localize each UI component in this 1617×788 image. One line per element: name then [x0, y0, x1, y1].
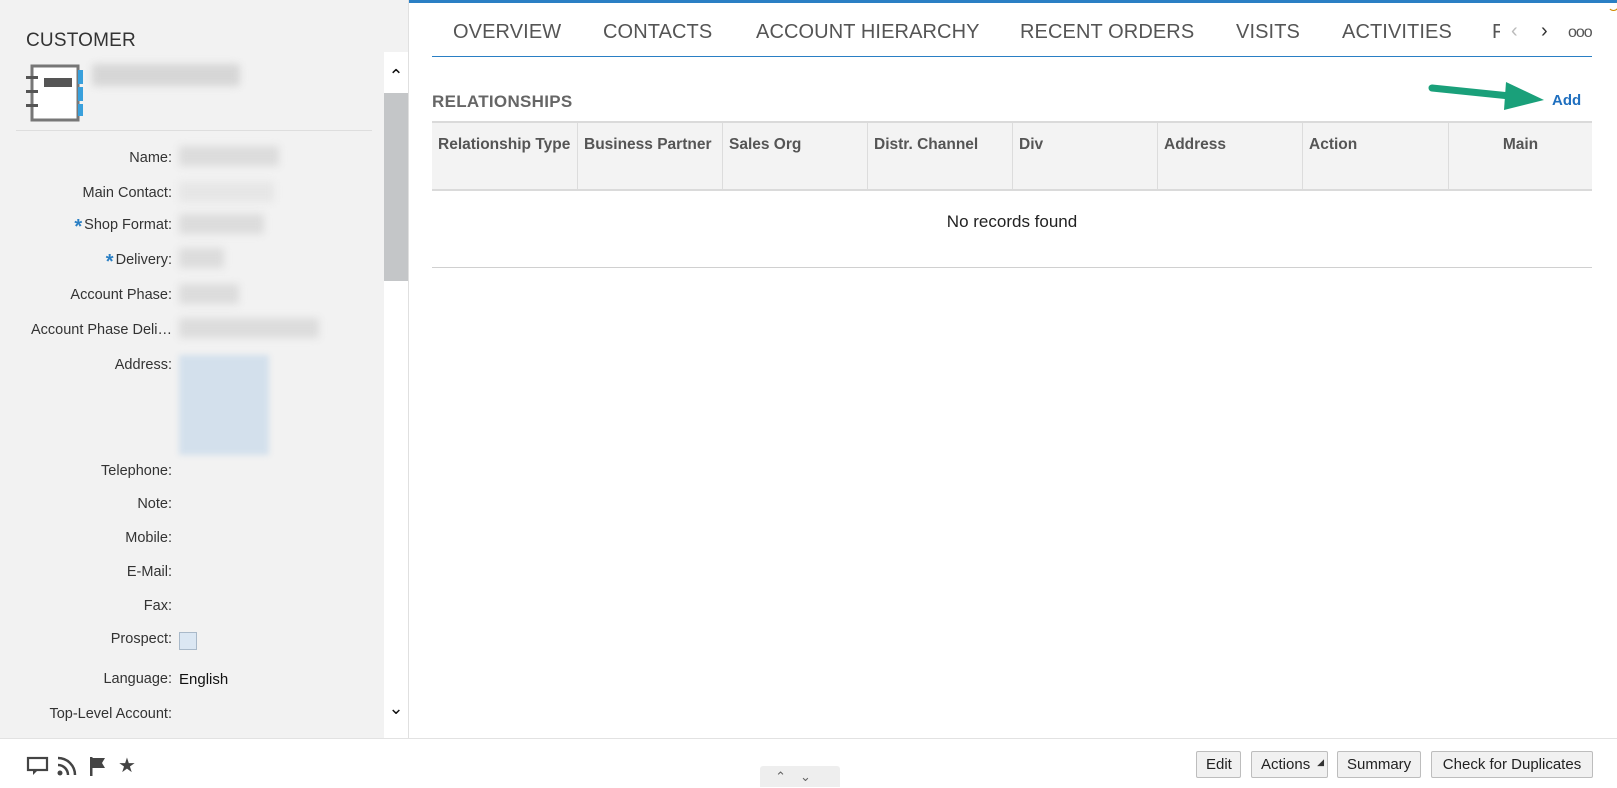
flag-icon[interactable] [86, 754, 110, 778]
tab-truncated[interactable]: F [1492, 21, 1500, 44]
check-for-duplicates-button[interactable]: Check for Duplicates [1431, 751, 1593, 778]
column-header[interactable]: Distr. Channel [868, 123, 1013, 189]
account-phase-label: Account Phase: [70, 287, 172, 303]
scrollbar-thumb[interactable] [384, 93, 408, 281]
email-label: E-Mail: [126, 564, 172, 580]
tab-overview[interactable]: OVERVIEW [453, 21, 561, 44]
more-tabs-icon[interactable]: ooo [1568, 24, 1593, 42]
tab-visits[interactable]: VISITS [1236, 21, 1300, 44]
column-header[interactable]: Main [1449, 123, 1592, 189]
prospect-label: Prospect: [110, 631, 172, 647]
star-icon[interactable]: ★ [115, 754, 139, 778]
rss-feed-icon[interactable] [55, 754, 79, 778]
delivery-text: Delivery: [115, 252, 172, 268]
column-header[interactable]: Action [1303, 123, 1449, 189]
fax-label: Fax: [143, 598, 172, 614]
chevron-up-icon[interactable]: ⌃ [384, 64, 408, 88]
chevron-down-icon[interactable]: ⌄ [384, 696, 408, 720]
address-book-icon [26, 64, 83, 122]
edit-button[interactable]: Edit [1196, 751, 1241, 778]
main-contact-label: Main Contact: [82, 185, 172, 201]
summary-button[interactable]: Summary [1337, 751, 1421, 778]
column-header[interactable]: Sales Org [723, 123, 868, 189]
account-phase-delivery-value-redacted [179, 318, 319, 338]
column-header[interactable]: Div [1013, 123, 1158, 189]
tab-contacts[interactable]: CONTACTS [603, 21, 712, 44]
mobile-label: Mobile: [125, 530, 172, 546]
name-value-redacted [179, 146, 279, 166]
tab-account-hierarchy[interactable]: ACCOUNT HIERARCHY [756, 21, 980, 44]
required-marker: * [105, 251, 114, 273]
tab-activities[interactable]: ACTIVITIES [1342, 21, 1452, 44]
note-label: Note: [137, 496, 172, 512]
tab-prev-icon[interactable]: ‹ [1511, 20, 1518, 43]
chat-icon[interactable] [26, 754, 50, 778]
required-marker: * [74, 216, 83, 238]
top-level-account-label: Top-Level Account: [49, 706, 172, 722]
shop-format-label: * Shop Format: [74, 216, 172, 239]
corner-indicator [1608, 0, 1617, 11]
add-relationship-link[interactable]: Add [1552, 92, 1581, 109]
main-contact-value-redacted [179, 182, 274, 202]
column-header[interactable]: Address [1158, 123, 1303, 189]
tab-recent-orders[interactable]: RECENT ORDERS [1020, 21, 1194, 44]
shop-format-value-redacted [179, 214, 264, 234]
panel-divider [16, 130, 372, 131]
customer-name-redacted [92, 64, 240, 86]
dropdown-caret-icon: ◢ [1317, 757, 1324, 767]
delivery-value-redacted [179, 248, 224, 268]
account-phase-delivery-label: Account Phase Deli… [30, 322, 172, 338]
relationships-title: RELATIONSHIPS [432, 92, 573, 111]
relationships-table: Relationship Type Business Partner Sales… [432, 121, 1592, 191]
language-value: English [179, 671, 229, 688]
name-label: Name: [129, 150, 172, 166]
language-label: Language: [103, 671, 172, 687]
expand-collapse-handle[interactable]: ⌃⌄ [760, 766, 840, 787]
customer-title: CUSTOMER [26, 30, 136, 51]
column-header[interactable]: Business Partner [578, 123, 723, 189]
shop-format-text: Shop Format: [84, 217, 172, 233]
table-header: Relationship Type Business Partner Sales… [432, 121, 1592, 191]
address-value-redacted [179, 355, 269, 455]
delivery-label: * Delivery: [106, 251, 172, 274]
arrow-annotation-icon [1428, 82, 1544, 110]
table-divider [432, 267, 1592, 268]
account-phase-value-redacted [179, 284, 239, 304]
address-label: Address: [114, 357, 172, 373]
prospect-checkbox[interactable] [179, 632, 197, 650]
tab-next-icon[interactable]: › [1541, 20, 1548, 43]
column-header[interactable]: Relationship Type [432, 123, 578, 189]
actions-label: Actions [1261, 756, 1311, 773]
empty-message: No records found [946, 212, 1078, 231]
telephone-label: Telephone: [101, 463, 172, 479]
actions-button[interactable]: Actions ◢ [1251, 751, 1328, 778]
